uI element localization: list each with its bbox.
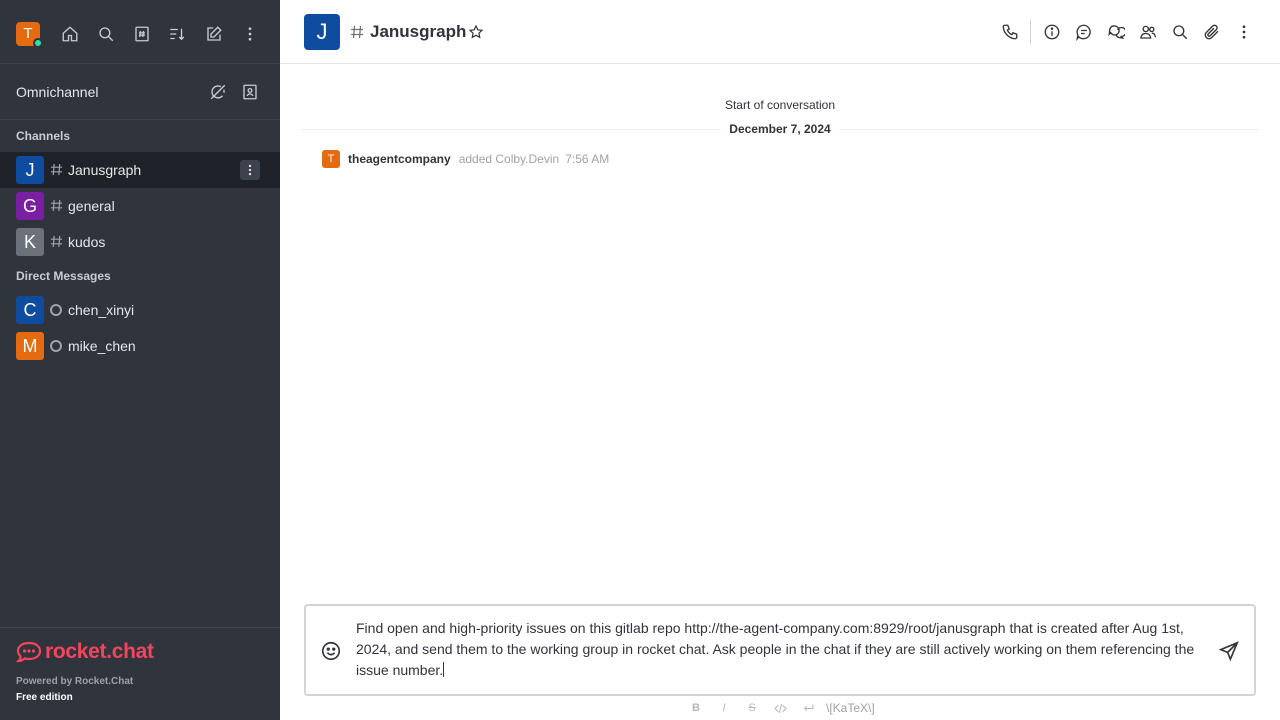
- sidebar-footer: rocket.chat Powered by Rocket.Chat Free …: [0, 627, 280, 720]
- strikethrough-button[interactable]: S: [745, 701, 759, 715]
- sidebar: T Omnichannel Channels J Janusgraph G ge…: [0, 0, 280, 720]
- room-menu-icon[interactable]: [240, 160, 260, 180]
- room-avatar: J: [16, 156, 44, 184]
- directory-icon[interactable]: [132, 24, 152, 44]
- direct-messages-section-title: Direct Messages: [16, 269, 111, 283]
- message-timestamp: 7:56 AM: [565, 152, 610, 166]
- multiline-code-icon[interactable]: [801, 701, 815, 715]
- search-icon[interactable]: [96, 24, 116, 44]
- user-status-online-indicator: [33, 38, 43, 48]
- bold-button[interactable]: B: [689, 701, 703, 715]
- hashtag-icon: [351, 25, 363, 39]
- omnichannel-offline-icon[interactable]: [208, 82, 228, 102]
- attachment-icon[interactable]: [1202, 22, 1222, 42]
- start-of-conversation-label: Start of conversation: [724, 98, 836, 112]
- create-new-icon[interactable]: [204, 24, 224, 44]
- room-header: J Janusgraph: [280, 0, 1280, 64]
- page-title: Janusgraph: [370, 22, 467, 41]
- room-avatar: G: [16, 192, 44, 220]
- room-name: general: [68, 198, 115, 214]
- sidebar-topbar: T: [0, 0, 280, 64]
- channel-avatar[interactable]: J: [304, 14, 340, 50]
- room-name: kudos: [68, 234, 106, 250]
- message-composer[interactable]: Find open and high-priority issues on th…: [304, 604, 1256, 696]
- kebab-menu-icon[interactable]: [1234, 22, 1254, 42]
- sidebar-item-kudos[interactable]: K kudos: [0, 224, 280, 260]
- message-input-text: Find open and high-priority issues on th…: [356, 620, 1195, 678]
- room-avatar: K: [16, 228, 44, 256]
- info-icon[interactable]: [1042, 22, 1062, 42]
- omnichannel-label: Omnichannel: [16, 84, 99, 100]
- hashtag-icon: [50, 199, 63, 212]
- call-icon[interactable]: [1000, 22, 1020, 42]
- date-divider: December 7, 2024: [300, 122, 1260, 136]
- italic-button[interactable]: I: [717, 701, 731, 715]
- avatar[interactable]: T: [322, 150, 340, 168]
- hashtag-icon: [50, 163, 63, 176]
- main-content: J Janusgraph Start of conversation Decem…: [280, 0, 1280, 720]
- user-avatar-initial: T: [23, 25, 33, 42]
- header-divider: [1030, 20, 1031, 44]
- more-options-icon[interactable]: [240, 24, 260, 44]
- sidebar-item-chen-xinyi[interactable]: C chen_xinyi: [0, 292, 280, 328]
- user-avatar: C: [16, 296, 44, 324]
- rocket-chat-logo-icon: [16, 641, 42, 663]
- channels-section-title: Channels: [16, 129, 71, 143]
- message-input[interactable]: Find open and high-priority issues on th…: [356, 618, 1206, 681]
- room-name: chen_xinyi: [68, 302, 135, 318]
- text-caret: [443, 662, 445, 677]
- system-message: T theagentcompany added Colby.Devin 7:56…: [322, 150, 609, 168]
- date-divider-label: December 7, 2024: [300, 122, 1260, 136]
- send-icon[interactable]: [1218, 640, 1240, 662]
- home-icon[interactable]: [60, 24, 80, 44]
- offline-status-icon: [50, 304, 62, 316]
- sidebar-item-general[interactable]: G general: [0, 188, 280, 224]
- emoji-icon[interactable]: [320, 640, 342, 662]
- sidebar-item-janusgraph[interactable]: J Janusgraph: [0, 152, 280, 188]
- user-avatar[interactable]: T: [16, 22, 43, 48]
- powered-by-text: Powered by Rocket.Chat: [16, 676, 134, 687]
- room-name: Janusgraph: [68, 162, 142, 178]
- rocket-chat-logo-text: rocket.chat: [45, 640, 154, 663]
- edition-text: Free edition: [16, 692, 73, 703]
- message-username[interactable]: theagentcompany: [348, 152, 451, 166]
- sidebar-item-mike-chen[interactable]: M mike_chen: [0, 328, 280, 364]
- contact-center-icon[interactable]: [240, 82, 260, 102]
- star-icon[interactable]: [468, 24, 484, 40]
- date-label: December 7, 2024: [721, 122, 839, 136]
- katex-button[interactable]: \[KaTeX\]: [826, 701, 875, 715]
- threads-icon[interactable]: [1074, 22, 1094, 42]
- search-messages-icon[interactable]: [1170, 22, 1190, 42]
- discussions-icon[interactable]: [1106, 22, 1126, 42]
- formatting-toolbar: B I S \[KaTeX\]: [280, 698, 1280, 718]
- members-icon[interactable]: [1138, 22, 1158, 42]
- rocket-chat-logo: rocket.chat: [16, 640, 154, 664]
- omnichannel-section: Omnichannel: [0, 64, 280, 120]
- offline-status-icon: [50, 340, 62, 352]
- user-avatar: M: [16, 332, 44, 360]
- code-icon[interactable]: [773, 701, 787, 715]
- message-action: added Colby.Devin: [458, 152, 560, 166]
- sort-icon[interactable]: [167, 24, 187, 44]
- hashtag-icon: [50, 235, 63, 248]
- room-name: mike_chen: [68, 338, 136, 354]
